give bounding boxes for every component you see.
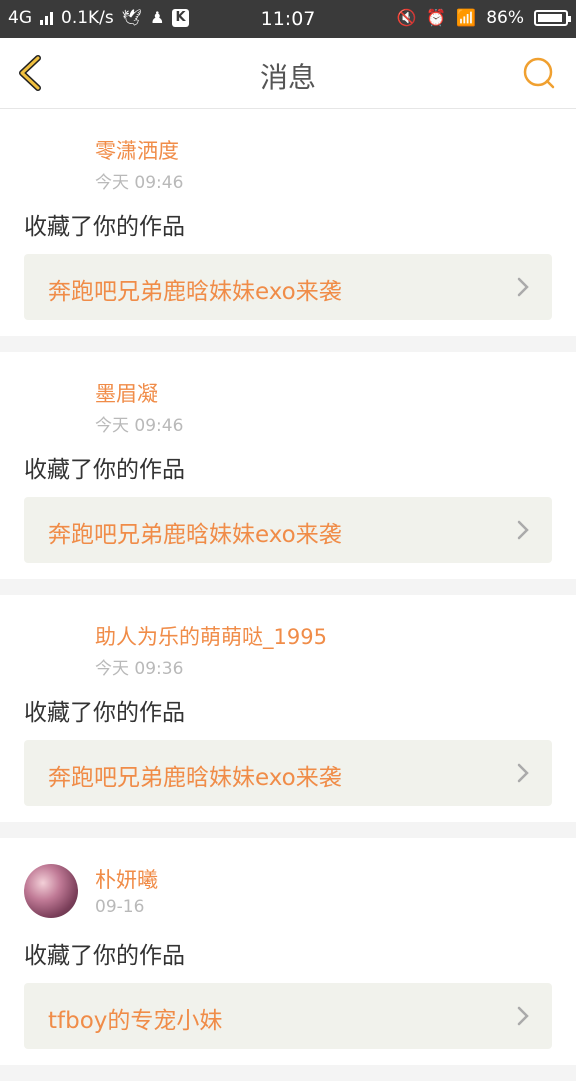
- timestamp: 今天 09:46: [95, 416, 184, 436]
- search-button[interactable]: [522, 56, 556, 90]
- message-item[interactable]: 墨眉凝 今天 09:46 收藏了你的作品 奔跑吧兄弟鹿晗妹妹exo来袭: [0, 352, 576, 579]
- work-title: 奔跑吧兄弟鹿晗妹妹exo来袭: [48, 279, 342, 305]
- avatar[interactable]: [24, 378, 78, 432]
- work-link[interactable]: 奔跑吧兄弟鹿晗妹妹exo来袭: [24, 740, 552, 806]
- battery-icon: [534, 10, 571, 26]
- chevron-right-icon: [517, 763, 529, 783]
- action-text: 收藏了你的作品: [24, 214, 185, 240]
- message-item[interactable]: 助人为乐的萌萌哒_1995 今天 09:36 收藏了你的作品 奔跑吧兄弟鹿晗妹妹…: [0, 595, 576, 822]
- action-text: 收藏了你的作品: [24, 457, 185, 483]
- page-title: 消息: [259, 61, 316, 94]
- action-text: 收藏了你的作品: [24, 700, 185, 726]
- message-item[interactable]: 朴妍曦 09-16 收藏了你的作品 tfboy的专宠小妹: [0, 838, 576, 1065]
- timestamp: 09-16: [95, 897, 145, 917]
- username[interactable]: 零潇洒度: [95, 135, 179, 165]
- timestamp: 今天 09:36: [95, 659, 184, 679]
- timestamp: 今天 09:46: [95, 173, 184, 193]
- work-title: tfboy的专宠小妹: [48, 1008, 223, 1034]
- chevron-right-icon: [517, 277, 529, 297]
- avatar[interactable]: [24, 864, 78, 918]
- battery-percent: 86%: [486, 8, 524, 28]
- top-nav-bar: 消息: [0, 38, 576, 109]
- alarm-icon: ⏰: [426, 8, 447, 27]
- wifi-icon: 📶: [456, 8, 477, 27]
- action-text: 收藏了你的作品: [24, 943, 185, 969]
- work-link[interactable]: 奔跑吧兄弟鹿晗妹妹exo来袭: [24, 497, 552, 563]
- avatar[interactable]: [24, 135, 78, 189]
- status-bar: 4G 0.1K/s 🕊 ♟ K 11:07 🔇 ⏰ 📶 86%: [0, 0, 576, 38]
- avatar[interactable]: [24, 621, 78, 675]
- username[interactable]: 助人为乐的萌萌哒_1995: [95, 621, 327, 651]
- chevron-right-icon: [517, 520, 529, 540]
- message-list: 零潇洒度 今天 09:46 收藏了你的作品 奔跑吧兄弟鹿晗妹妹exo来袭 墨眉凝…: [0, 109, 576, 1081]
- status-right: 🔇 ⏰ 📶 86%: [396, 8, 571, 28]
- username[interactable]: 朴妍曦: [95, 864, 158, 894]
- work-link[interactable]: tfboy的专宠小妹: [24, 983, 552, 1049]
- work-title: 奔跑吧兄弟鹿晗妹妹exo来袭: [48, 522, 342, 548]
- work-link[interactable]: 奔跑吧兄弟鹿晗妹妹exo来袭: [24, 254, 552, 320]
- work-title: 奔跑吧兄弟鹿晗妹妹exo来袭: [48, 765, 342, 791]
- message-item[interactable]: 零潇洒度 今天 09:46 收藏了你的作品 奔跑吧兄弟鹿晗妹妹exo来袭: [0, 109, 576, 336]
- mute-icon: 🔇: [396, 8, 417, 27]
- username[interactable]: 墨眉凝: [95, 378, 158, 408]
